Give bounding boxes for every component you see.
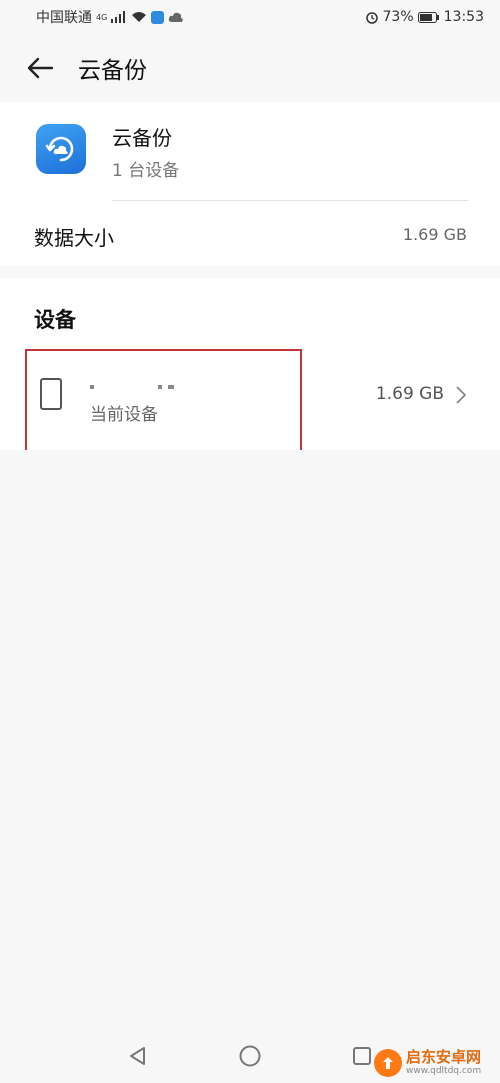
app-header: 云备份: [0, 34, 500, 102]
data-size-value: 1.69 GB: [402, 225, 467, 244]
device-size: 1.69 GB: [375, 384, 444, 404]
alarm-icon: [365, 10, 379, 24]
carrier-name: 中国联通: [36, 10, 92, 26]
devices-card: 设备 当前设备 1.69 GB: [0, 278, 500, 450]
device-name-redacted: [90, 376, 240, 390]
device-subtitle: 当前设备: [90, 405, 158, 425]
circle-home-icon: [239, 1045, 261, 1066]
chevron-right-icon: [456, 386, 467, 408]
arrow-left-icon: [27, 57, 54, 79]
divider: [112, 200, 468, 201]
app-notification-icon: [151, 10, 165, 24]
device-row-current[interactable]: 当前设备 1.69 GB: [26, 350, 500, 456]
page-title: 云备份: [78, 58, 147, 84]
signal-icon: [111, 11, 127, 23]
cloud-backup-app-icon: [36, 124, 86, 174]
back-button[interactable]: [20, 48, 60, 88]
app-info-card: 云备份 1 台设备 数据大小 1.69 GB: [0, 102, 500, 266]
network-type: 4G: [96, 12, 108, 22]
device-count: 1 台设备: [112, 161, 180, 181]
wifi-icon: [131, 11, 147, 23]
data-size-label: 数据大小: [34, 226, 114, 250]
empty-area: [0, 450, 500, 1010]
cloud-icon: [168, 12, 184, 23]
battery-percent: 73%: [382, 9, 414, 25]
site-watermark: 启东安卓网 www.qdltdq.com: [374, 1043, 500, 1083]
clock: 13:53: [443, 9, 484, 25]
battery-icon: [417, 11, 440, 23]
app-name: 云备份: [112, 126, 172, 150]
devices-section-title: 设备: [34, 308, 76, 332]
watermark-url: www.qdltdq.com: [406, 1066, 482, 1076]
watermark-title: 启东安卓网: [406, 1048, 482, 1066]
square-recents-icon: [353, 1046, 371, 1065]
watermark-logo-icon: [374, 1049, 402, 1077]
nav-home-button[interactable]: [234, 1040, 266, 1072]
triangle-back-icon: [130, 1046, 145, 1065]
nav-back-button[interactable]: [122, 1040, 154, 1072]
status-bar: 中国联通 4G 73% 13:53: [0, 0, 500, 34]
phone-icon: [40, 378, 62, 410]
